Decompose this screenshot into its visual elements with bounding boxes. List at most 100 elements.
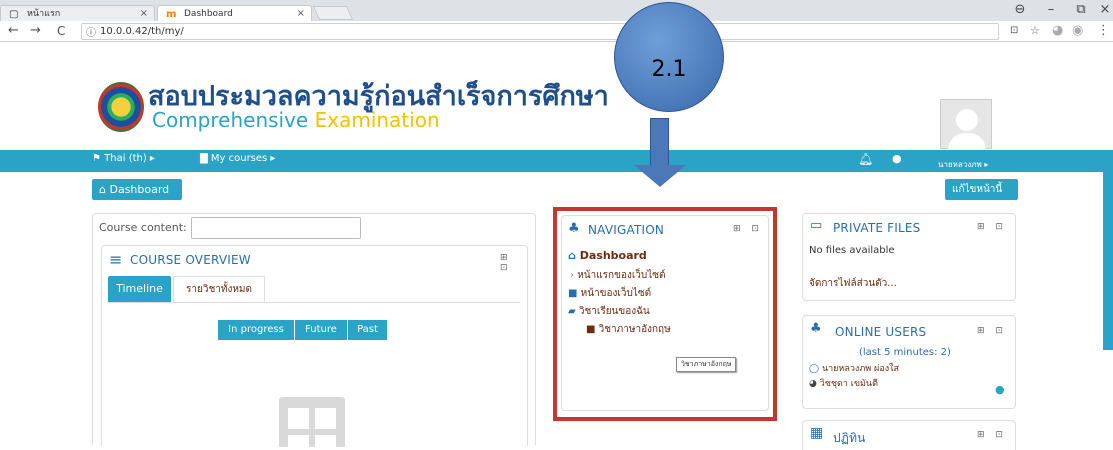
profile-icon[interactable]: ⊖ (1005, 0, 1035, 20)
nav-my-courses[interactable]: ▰ วิชาเรียนของฉัน (568, 304, 650, 319)
translate-icon[interactable]: ⊡ (1010, 22, 1018, 40)
reload-button[interactable]: C (57, 22, 65, 40)
extension-icon[interactable]: ◕ (1052, 22, 1063, 40)
menu-icon[interactable]: ⋮ (1097, 22, 1110, 40)
private-files-block: ▭ PRIVATE FILES ⊞ ⊡ No files available จ… (802, 213, 1016, 301)
calendar-block: ▦ ปฏิทิน ⊞ ⊡ (802, 420, 1016, 450)
minimize-button[interactable]: – (1036, 0, 1066, 20)
tab-timeline[interactable]: Timeline (108, 276, 171, 302)
university-seal-logo[interactable] (98, 82, 144, 132)
no-courses-illustration (279, 397, 345, 447)
illustration-card (288, 435, 309, 447)
callout-arrow-head (634, 165, 686, 187)
language-label: Thai (th) ▸ (104, 153, 155, 164)
avatar-head (956, 109, 978, 131)
online-user-1[interactable]: ◯ นายหลวงภพ ผ่องใส (809, 361, 899, 375)
chevron-right-icon: › (570, 270, 574, 281)
bookmark-star-icon[interactable]: ☆ (1030, 22, 1040, 40)
block-controls[interactable]: ⊞ ⊡ (733, 224, 763, 234)
top-navbar: ⚑ Thai (th) ▸ ▇ My courses ▸ 🔔︎ ● นายหลว… (0, 150, 1103, 172)
dashboard-button[interactable]: ⌂ Dashboard (92, 179, 182, 200)
user-name: นายหลวงภพ ผ่องใส (821, 364, 900, 374)
home-icon: ⌂ (99, 183, 106, 196)
logo-en-comprehensive: Comprehensive (152, 108, 309, 132)
avatar[interactable] (940, 99, 992, 150)
filter-future[interactable]: Future (295, 320, 347, 340)
user-avatar-icon: ◕ (809, 379, 817, 389)
address-bar[interactable]: ⓘ (81, 23, 999, 40)
nav-english-course[interactable]: ■ วิชาภาษาอังกฤษ (586, 322, 671, 337)
callout-circle: 2.1 (614, 2, 724, 112)
illustration-card (315, 435, 336, 447)
private-files-title: PRIVATE FILES (833, 221, 921, 235)
logo-en-examination: Examination (314, 108, 440, 132)
menu-icon: ≡ (109, 250, 123, 269)
online-user-2[interactable]: ◕ วิชชุดา เขมันตี (809, 376, 878, 390)
nav-site-pages[interactable]: ■ หน้าของเว็บไซต์ (568, 286, 651, 301)
new-tab-button[interactable] (312, 6, 354, 20)
browser-tab-home[interactable]: ▢ หน้าแรก × (0, 5, 155, 21)
url-text[interactable]: 10.0.0.42/th/my/ (100, 24, 184, 39)
nav-label: หน้าของเว็บไซต์ (580, 288, 652, 299)
block-controls[interactable]: ⊞ ⊡ (500, 253, 527, 273)
nav-label: วิชาเรียนของฉัน (578, 306, 650, 317)
users-icon: ♣ (810, 321, 822, 336)
sitemap-icon: ♣ (568, 221, 580, 236)
home-icon: ⌂ (568, 249, 576, 262)
scrollbar[interactable] (1103, 150, 1113, 350)
nav-dashboard[interactable]: ⌂ Dashboard (568, 249, 647, 262)
site-header: สอบประมวลความรู้ก่อนสำเร็จการศึกษา Compr… (0, 42, 1113, 150)
calendar-icon: ▦ (810, 425, 824, 441)
avatar-body (948, 133, 986, 150)
block-controls[interactable]: ⊞ ⊡ (977, 326, 1007, 336)
course-overview-title: COURSE OVERVIEW (130, 253, 251, 267)
chat-icon[interactable]: ● (892, 150, 902, 168)
back-button[interactable]: ← (8, 22, 19, 40)
nav-label: Dashboard (579, 249, 647, 262)
flag-icon: ⚑ (92, 153, 101, 164)
user-avatar-icon: ◯ (809, 364, 820, 374)
callout-text: 2.1 (651, 57, 687, 82)
extension-icon-2[interactable]: ◉ (1072, 22, 1083, 40)
manage-files-link[interactable]: จัดการไฟล์ส่วนตัว... (809, 276, 897, 291)
nav-label: วิชาภาษาอังกฤษ (598, 324, 671, 335)
navigation-title: NAVIGATION (588, 223, 665, 237)
dashboard-label: Dashboard (109, 183, 170, 196)
user-menu[interactable]: นายหลวงภพ ▸ (938, 156, 988, 174)
tab-label: หน้าแรก (27, 9, 61, 19)
close-tab-icon[interactable]: × (297, 6, 305, 22)
navigation-block: ♣ NAVIGATION ⊞ ⊡ ⌂ Dashboard › หน้าแรกขอ… (561, 215, 769, 411)
browser-tab-dashboard[interactable]: m Dashboard × (157, 5, 312, 21)
callout-arrow-shaft (650, 118, 669, 168)
tab-all-courses[interactable]: รายวิชาทั้งหมด (173, 276, 265, 302)
language-menu[interactable]: ⚑ Thai (th) ▸ (92, 150, 155, 168)
forward-button[interactable]: → (30, 22, 41, 40)
filter-past[interactable]: Past (348, 320, 387, 340)
folder-icon: ■ (568, 288, 578, 299)
calendar-title: ปฏิทิน (833, 431, 866, 445)
close-tab-icon[interactable]: × (140, 6, 148, 22)
edit-page-button[interactable]: แก้ไขหน้านี้ (945, 179, 1018, 200)
tab-label: Dashboard (184, 9, 233, 19)
bell-icon[interactable]: 🔔︎ (858, 150, 873, 168)
block-controls[interactable]: ⊞ ⊡ (977, 430, 1007, 440)
highlight-box: ♣ NAVIGATION ⊞ ⊡ ⌂ Dashboard › หน้าแรกขอ… (553, 207, 777, 421)
online-users-subtitle: (last 5 minutes: 2) (859, 347, 951, 358)
course-overview-block: ≡ COURSE OVERVIEW ⊞ ⊡ Timeline รายวิชาทั… (101, 245, 528, 447)
tooltip: วิชาภาษาอังกฤษ (676, 357, 737, 372)
briefcase-icon: ▇ (200, 153, 208, 164)
course-content-label: Course content: (99, 221, 187, 234)
close-window-button[interactable]: × (1090, 0, 1113, 20)
online-users-title: ONLINE USERS (835, 325, 927, 339)
nav-label: หน้าแรกของเว็บไซต์ (577, 270, 666, 281)
block-controls[interactable]: ⊞ ⊡ (977, 222, 1007, 232)
tab-underline (108, 302, 520, 303)
message-icon[interactable]: ● (995, 383, 1005, 396)
nav-site-home[interactable]: › หน้าแรกของเว็บไซต์ (570, 268, 666, 283)
my-courses-menu[interactable]: ▇ My courses ▸ (200, 150, 275, 168)
filter-in-progress[interactable]: In progress (218, 320, 294, 340)
course-content-input[interactable] (191, 217, 361, 239)
folder-outline-icon: ▭ (810, 218, 823, 233)
logo-english: Comprehensive Examination (152, 108, 440, 132)
no-files-text: No files available (809, 245, 895, 256)
